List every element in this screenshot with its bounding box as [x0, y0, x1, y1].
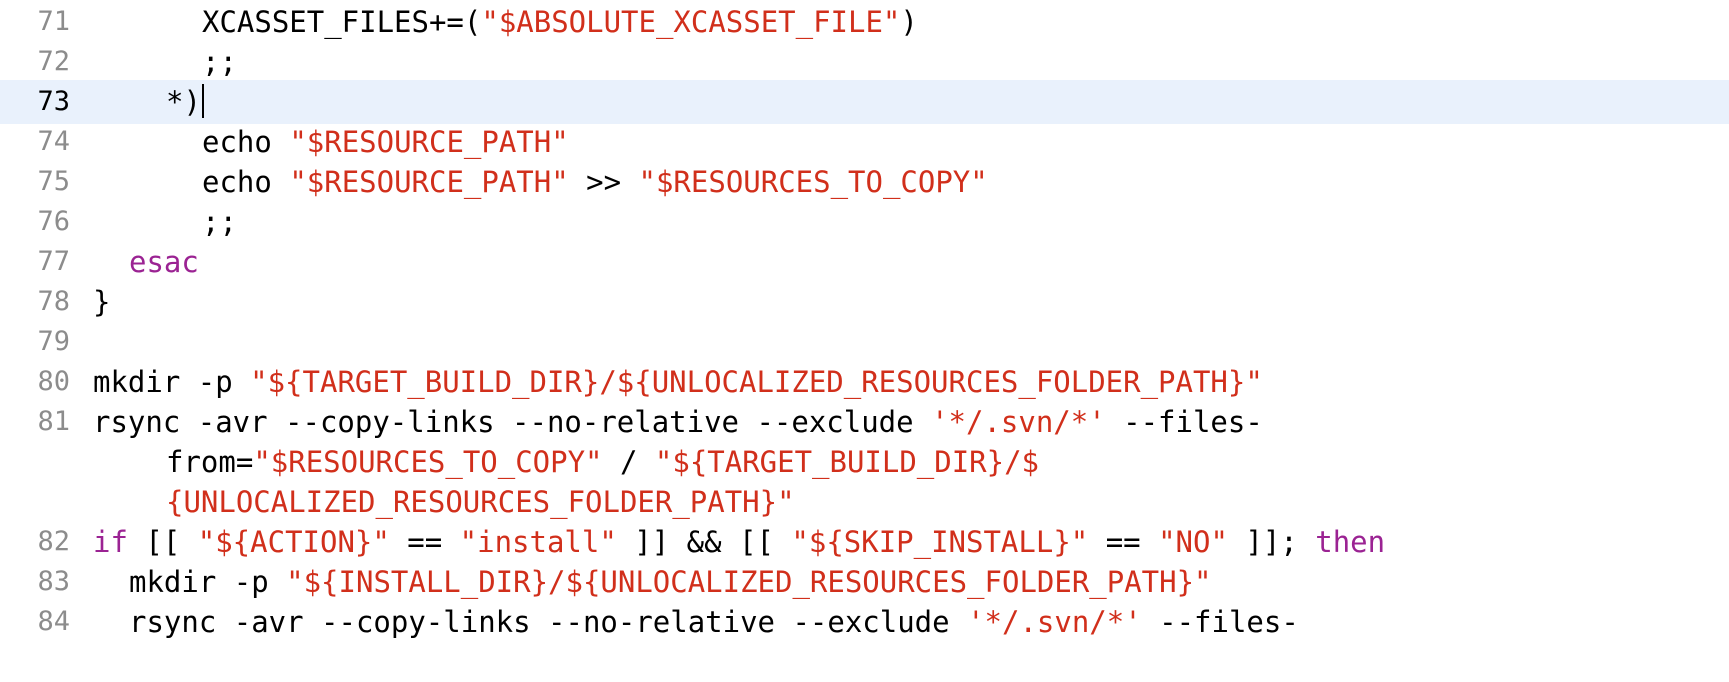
code-line-81-wrap-2[interactable]: {UNLOCALIZED_RESOURCES_FOLDER_PATH}" [0, 480, 1729, 524]
string-literal: "$RESOURCES_TO_COPY" [253, 445, 603, 479]
string-literal: "${SKIP_INSTALL}" [791, 525, 1089, 559]
code-token: echo [202, 125, 290, 159]
code-line-77[interactable]: 77 esac [0, 240, 1729, 284]
string-literal: '*/.svn/*' [967, 605, 1142, 639]
keyword-if: if [93, 525, 128, 559]
code-token: ]]; [1227, 525, 1316, 559]
code-editor[interactable]: 71 XCASSET_FILES+=("$ABSOLUTE_XCASSET_FI… [0, 0, 1729, 682]
line-number: 71 [37, 6, 70, 37]
string-literal: '*/.svn/*' [931, 405, 1106, 439]
string-literal: "${INSTALL_DIR}/${UNLOCALIZED_RESOURCES_… [286, 565, 1212, 599]
line-code[interactable]: from="$RESOURCES_TO_COPY" / "${TARGET_BU… [166, 440, 1039, 484]
code-line-81-wrap-1[interactable]: from="$RESOURCES_TO_COPY" / "${TARGET_BU… [0, 440, 1729, 484]
line-code[interactable]: XCASSET_FILES+=("$ABSOLUTE_XCASSET_FILE"… [202, 0, 918, 44]
text-caret [201, 84, 204, 118]
line-number: 75 [37, 166, 70, 197]
code-token: echo [202, 165, 290, 199]
code-line-73-current[interactable]: 73 *) [0, 80, 1729, 124]
line-number: 73 [37, 86, 70, 117]
code-line-83[interactable]: 83 mkdir -p "${INSTALL_DIR}/${UNLOCALIZE… [0, 560, 1729, 604]
code-token: from= [166, 445, 254, 479]
code-line-81[interactable]: 81 rsync -avr --copy-links --no-relative… [0, 400, 1729, 444]
line-number: 84 [37, 606, 70, 637]
code-token: mkdir -p [93, 365, 251, 399]
code-token: >> [568, 165, 639, 199]
code-line-75[interactable]: 75 echo "$RESOURCE_PATH" >> "$RESOURCES_… [0, 160, 1729, 204]
code-line-80[interactable]: 80 mkdir -p "${TARGET_BUILD_DIR}/${UNLOC… [0, 360, 1729, 404]
line-code[interactable]: rsync -avr --copy-links --no-relative --… [129, 600, 1299, 644]
line-number: 80 [37, 366, 70, 397]
line-number: 83 [37, 566, 70, 597]
code-token: mkdir -p [129, 565, 287, 599]
line-number: 81 [37, 406, 70, 437]
code-token: XCASSET_FILES+=( [202, 5, 482, 39]
code-token: *) [166, 85, 201, 119]
line-code[interactable]: if [[ "${ACTION}" == "install" ]] && [[ … [93, 520, 1385, 564]
line-number: 82 [37, 526, 70, 557]
string-literal: "${TARGET_BUILD_DIR}/$ [654, 445, 1040, 479]
code-line-84[interactable]: 84 rsync -avr --copy-links --no-relative… [0, 600, 1729, 644]
line-code[interactable]: echo "$RESOURCE_PATH" [202, 120, 569, 164]
code-token: == [389, 525, 460, 559]
line-number: 79 [37, 326, 70, 357]
string-literal[interactable]: {UNLOCALIZED_RESOURCES_FOLDER_PATH}" [166, 480, 795, 524]
code-line-82[interactable]: 82 if [[ "${ACTION}" == "install" ]] && … [0, 520, 1729, 564]
code-token: ) [900, 5, 918, 39]
line-number: 72 [37, 46, 70, 77]
code-line-74[interactable]: 74 echo "$RESOURCE_PATH" [0, 120, 1729, 164]
string-literal: "$RESOURCES_TO_COPY" [638, 165, 988, 199]
line-code[interactable]: echo "$RESOURCE_PATH" >> "$RESOURCES_TO_… [202, 160, 988, 204]
code-line-76[interactable]: 76 ;; [0, 200, 1729, 244]
code-line-71[interactable]: 71 XCASSET_FILES+=("$ABSOLUTE_XCASSET_FI… [0, 0, 1729, 44]
string-literal: "$RESOURCE_PATH" [289, 165, 569, 199]
line-code[interactable]: ;; [202, 40, 237, 84]
string-literal: "NO" [1158, 525, 1228, 559]
string-literal: "${ACTION}" [197, 525, 390, 559]
line-code[interactable]: ;; [202, 200, 237, 244]
line-code[interactable]: } [93, 280, 110, 324]
code-token: / [602, 445, 655, 479]
string-literal: "${TARGET_BUILD_DIR}/${UNLOCALIZED_RESOU… [250, 365, 1263, 399]
line-code[interactable]: *) [166, 80, 204, 124]
string-literal: "$RESOURCE_PATH" [289, 125, 569, 159]
line-number: 76 [37, 206, 70, 237]
code-token: --files- [1141, 605, 1299, 639]
line-code[interactable]: mkdir -p "${INSTALL_DIR}/${UNLOCALIZED_R… [129, 560, 1212, 604]
string-literal: "install" [459, 525, 617, 559]
line-code[interactable]: mkdir -p "${TARGET_BUILD_DIR}/${UNLOCALI… [93, 360, 1263, 404]
code-token: == [1088, 525, 1159, 559]
line-number: 78 [37, 286, 70, 317]
line-number: 77 [37, 246, 70, 277]
code-token: --files- [1105, 405, 1263, 439]
code-line-72[interactable]: 72 ;; [0, 40, 1729, 84]
keyword-then: then [1315, 525, 1386, 559]
line-code[interactable]: rsync -avr --copy-links --no-relative --… [93, 400, 1263, 444]
line-number: 74 [37, 126, 70, 157]
string-literal: "$ABSOLUTE_XCASSET_FILE" [481, 5, 901, 39]
code-line-78[interactable]: 78 } [0, 280, 1729, 324]
code-token: [[ [127, 525, 198, 559]
keyword-esac[interactable]: esac [129, 240, 199, 284]
code-token: ]] && [[ [616, 525, 792, 559]
code-line-79[interactable]: 79 [0, 320, 1729, 364]
code-token: rsync -avr --copy-links --no-relative --… [129, 605, 968, 639]
code-token: rsync -avr --copy-links --no-relative --… [93, 405, 932, 439]
